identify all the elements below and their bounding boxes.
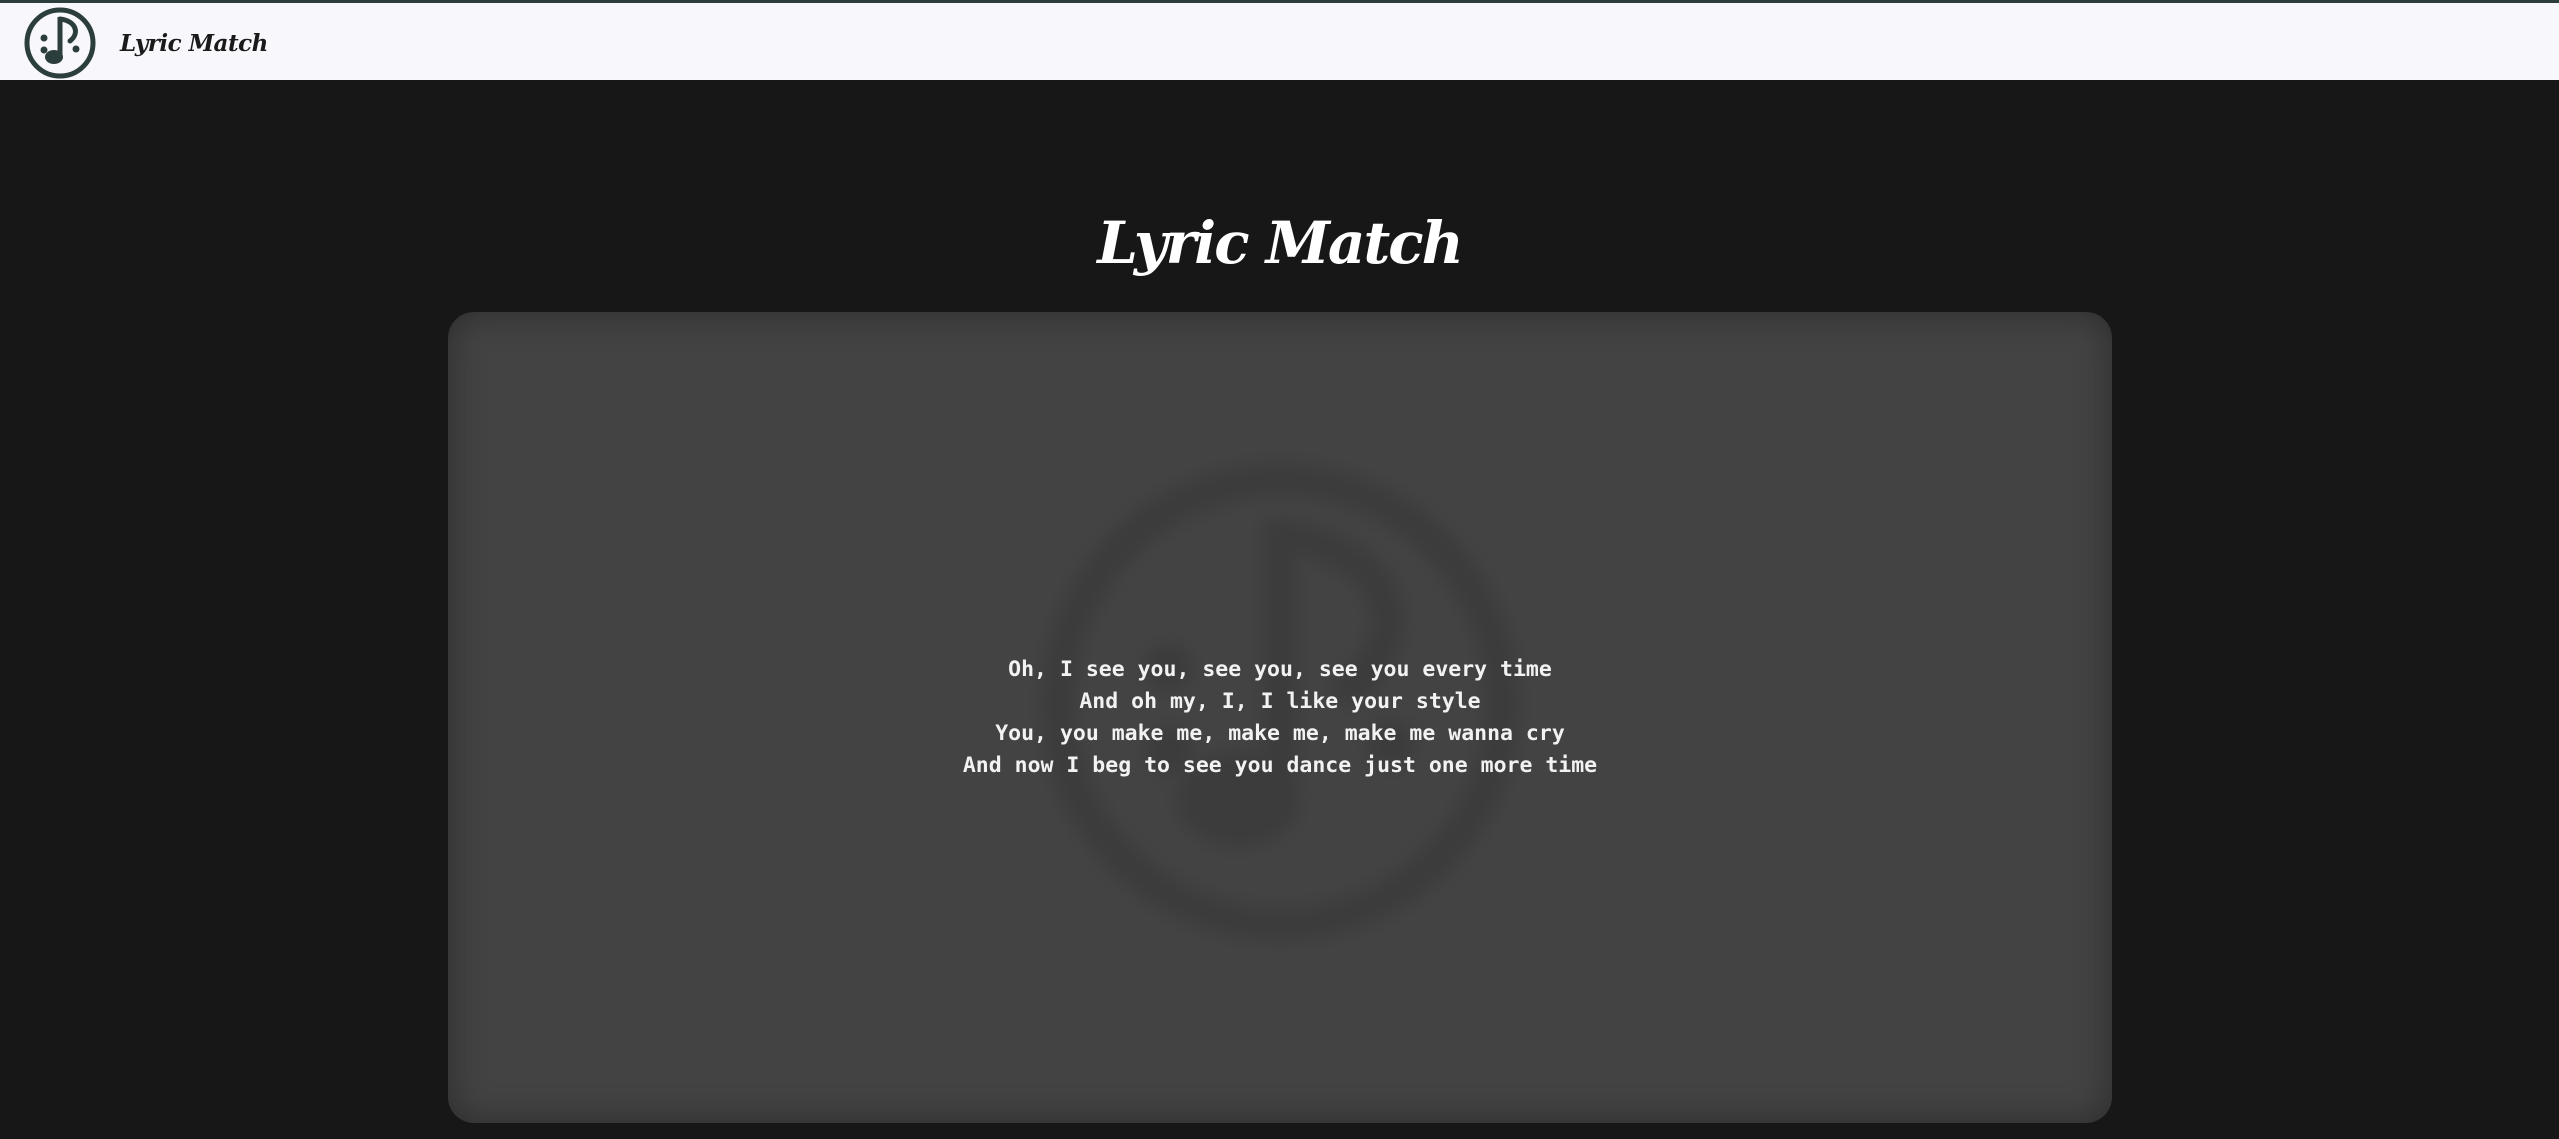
lyric-line: And oh my, I, I like your style bbox=[1079, 689, 1481, 714]
top-navbar: Lyric Match bbox=[0, 0, 2559, 80]
lyrics-text: Oh, I see you, see you, see you every ti… bbox=[448, 654, 2112, 782]
brand-name[interactable]: Lyric Match bbox=[120, 30, 268, 57]
lyric-line: And now I beg to see you dance just one … bbox=[962, 753, 1598, 778]
lyric-line: You, you make me, make me, make me wanna… bbox=[995, 721, 1565, 746]
page-title: Lyric Match bbox=[1097, 209, 1464, 277]
music-note-circle-icon[interactable] bbox=[24, 7, 96, 79]
lyrics-card[interactable]: Oh, I see you, see you, see you every ti… bbox=[448, 312, 2112, 1123]
lyric-line: Oh, I see you, see you, see you every ti… bbox=[1008, 657, 1552, 682]
